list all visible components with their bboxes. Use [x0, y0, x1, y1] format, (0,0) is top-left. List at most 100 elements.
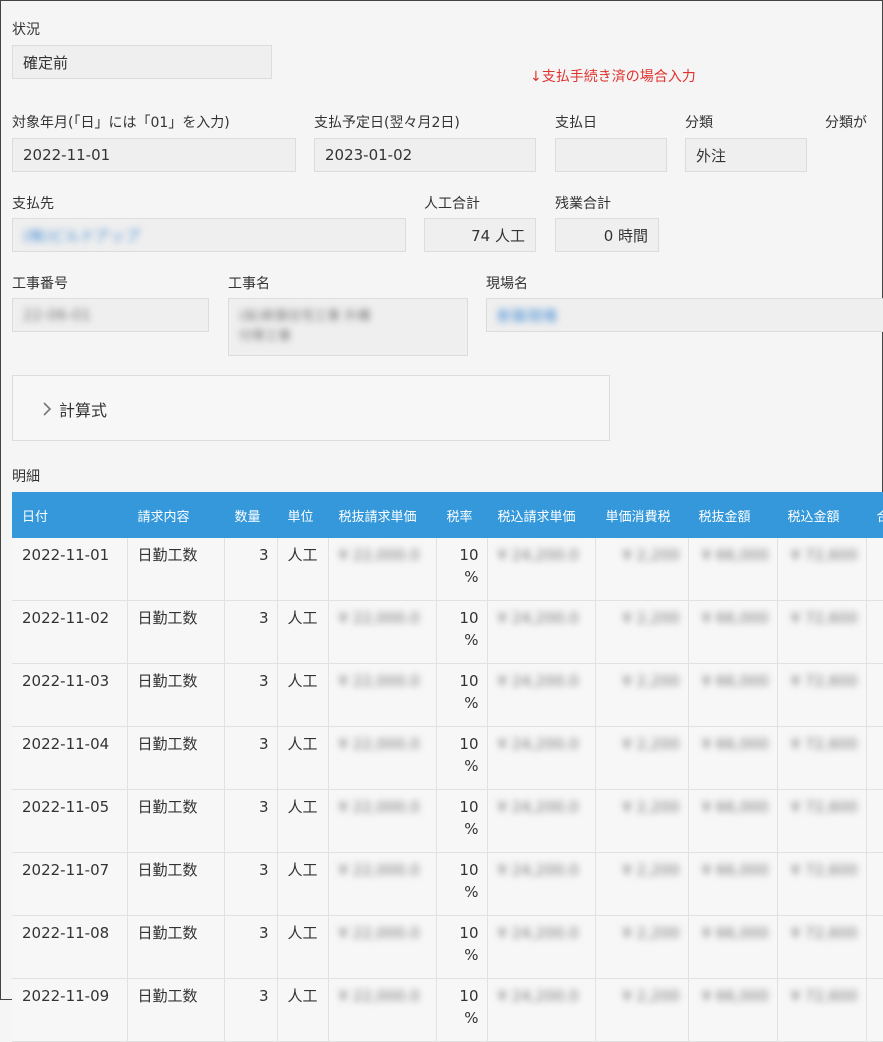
price-in-value: ¥ 24,200.0 — [497, 798, 579, 816]
cell-unit: 人工 — [277, 600, 329, 664]
cell-item: 日勤工数 — [127, 915, 225, 979]
cell-unit-tax: ¥ 2,200 — [595, 789, 689, 853]
col-header-amount-in: 税込金額 — [777, 492, 867, 538]
cell-rate: 10% — [436, 663, 488, 727]
cell-qty: 3 — [224, 726, 278, 790]
cell-total — [866, 789, 883, 853]
amount-in-value: ¥ 72,600 — [790, 987, 858, 1005]
target-month-field[interactable]: 2022-11-01 — [12, 138, 296, 172]
cell-rate: 10% — [436, 852, 488, 916]
payment-due-field[interactable]: 2023-01-02 — [314, 138, 536, 172]
cell-price-ex: ¥ 22,000.0 — [328, 789, 437, 853]
cell-unit: 人工 — [277, 915, 329, 979]
rate-number: 10 — [459, 924, 479, 942]
cell-qty: 3 — [224, 538, 278, 601]
table-row: 2022-11-04 日勤工数 3 人工 ¥ 22,000.0 10% ¥ 24,200.0… — [12, 726, 883, 790]
status-field[interactable]: 確定前 — [12, 45, 272, 79]
cell-qty: 3 — [224, 978, 278, 1042]
cell-total — [866, 915, 883, 979]
cell-amount-in: ¥ 72,600 — [777, 789, 867, 853]
unit-tax-value: ¥ 2,200 — [622, 609, 680, 627]
cell-qty: 3 — [224, 915, 278, 979]
cell-price-in: ¥ 24,200.0 — [487, 852, 596, 916]
cell-item: 日勤工数 — [127, 789, 225, 853]
amount-in-value: ¥ 72,600 — [790, 861, 858, 879]
project-name-line2: 付帯工事 — [239, 329, 292, 344]
price-in-value: ¥ 24,200.0 — [497, 735, 579, 753]
cell-price-ex: ¥ 22,000.0 — [328, 852, 437, 916]
cell-amount-ex: ¥ 66,000 — [688, 663, 778, 727]
site-name-link[interactable]: 新築現場 — [497, 305, 557, 326]
rate-number: 10 — [459, 609, 479, 627]
overtime-total-field[interactable]: 0 時間 — [555, 218, 659, 252]
price-ex-value: ¥ 22,000.0 — [338, 987, 420, 1005]
col-header-amount-ex: 税抜金額 — [688, 492, 778, 538]
cell-amount-in: ¥ 72,600 — [777, 726, 867, 790]
amount-in-value: ¥ 72,600 — [790, 546, 858, 564]
formula-accordion[interactable]: 計算式 — [12, 375, 610, 441]
cell-rate: 10% — [436, 978, 488, 1042]
amount-ex-value: ¥ 66,000 — [701, 609, 769, 627]
col-header-price-ex: 税抜請求単価 — [328, 492, 437, 538]
payment-note: ↓支払手続き済の場合入力 — [530, 69, 696, 85]
rate-percent: % — [464, 757, 479, 775]
cell-item: 日勤工数 — [127, 538, 225, 601]
category-extra-label: 分類が — [825, 115, 867, 131]
labor-total-field[interactable]: 74 人工 — [424, 218, 536, 252]
cell-rate: 10% — [436, 538, 488, 601]
rate-percent: % — [464, 568, 479, 586]
cell-price-in: ¥ 24,200.0 — [487, 538, 596, 601]
payment-date-field[interactable] — [555, 138, 667, 172]
site-name-field[interactable]: 新築現場 — [486, 298, 883, 332]
cell-price-in: ¥ 24,200.0 — [487, 726, 596, 790]
price-ex-value: ¥ 22,000.0 — [338, 735, 420, 753]
project-no-field[interactable]: 22-06-01 — [12, 298, 209, 332]
unit-tax-value: ¥ 2,200 — [622, 672, 680, 690]
cell-unit-tax: ¥ 2,200 — [595, 663, 689, 727]
cell-price-ex: ¥ 22,000.0 — [328, 538, 437, 601]
cell-date: 2022-11-04 — [12, 726, 128, 790]
amount-in-value: ¥ 72,600 — [790, 672, 858, 690]
cell-amount-in: ¥ 72,600 — [777, 978, 867, 1042]
price-in-value: ¥ 24,200.0 — [497, 861, 579, 879]
table-row: 2022-11-09 日勤工数 3 人工 ¥ 22,000.0 10% ¥ 24,200.0… — [12, 978, 883, 1042]
payee-field[interactable]: (株)ビルドアップ — [12, 218, 406, 252]
formula-label: 計算式 — [59, 401, 108, 420]
cell-price-ex: ¥ 22,000.0 — [328, 915, 437, 979]
cell-date: 2022-11-07 — [12, 852, 128, 916]
cell-date: 2022-11-01 — [12, 538, 128, 601]
amount-ex-value: ¥ 66,000 — [701, 735, 769, 753]
category-field[interactable]: 外注 — [685, 138, 807, 172]
cell-unit: 人工 — [277, 726, 329, 790]
payment-date-label: 支払日 — [555, 115, 597, 131]
rate-percent: % — [464, 694, 479, 712]
cell-rate: 10% — [436, 789, 488, 853]
cell-item: 日勤工数 — [127, 852, 225, 916]
unit-tax-value: ¥ 2,200 — [622, 987, 680, 1005]
payee-link[interactable]: (株)ビルドアップ — [23, 225, 140, 246]
amount-ex-value: ¥ 66,000 — [701, 798, 769, 816]
chevron-right-icon — [43, 402, 52, 416]
cell-unit: 人工 — [277, 538, 329, 601]
project-no-label: 工事番号 — [12, 276, 68, 292]
amount-ex-value: ¥ 66,000 — [701, 987, 769, 1005]
cell-unit: 人工 — [277, 852, 329, 916]
cell-unit-tax: ¥ 2,200 — [595, 726, 689, 790]
cell-qty: 3 — [224, 663, 278, 727]
table-row: 2022-11-02 日勤工数 3 人工 ¥ 22,000.0 10% ¥ 24,200.0… — [12, 600, 883, 664]
rate-number: 10 — [459, 798, 479, 816]
cell-amount-ex: ¥ 66,000 — [688, 852, 778, 916]
cell-total — [866, 663, 883, 727]
price-ex-value: ¥ 22,000.0 — [338, 861, 420, 879]
col-header-unit-tax: 単価消費税 — [595, 492, 689, 538]
rate-number: 10 — [459, 987, 479, 1005]
cell-date: 2022-11-09 — [12, 978, 128, 1042]
price-ex-value: ¥ 22,000.0 — [338, 798, 420, 816]
project-name-field[interactable]: (仮)新築住宅工事 外構 付帯工事 — [228, 298, 468, 356]
cell-qty: 3 — [224, 789, 278, 853]
rate-number: 10 — [459, 861, 479, 879]
cell-date: 2022-11-05 — [12, 789, 128, 853]
rate-percent: % — [464, 631, 479, 649]
detail-table: 日付 請求内容 数量 単位 税抜請求単価 税率 税込請求単価 単価消費税 税抜金… — [12, 492, 883, 1042]
rate-percent: % — [464, 820, 479, 838]
